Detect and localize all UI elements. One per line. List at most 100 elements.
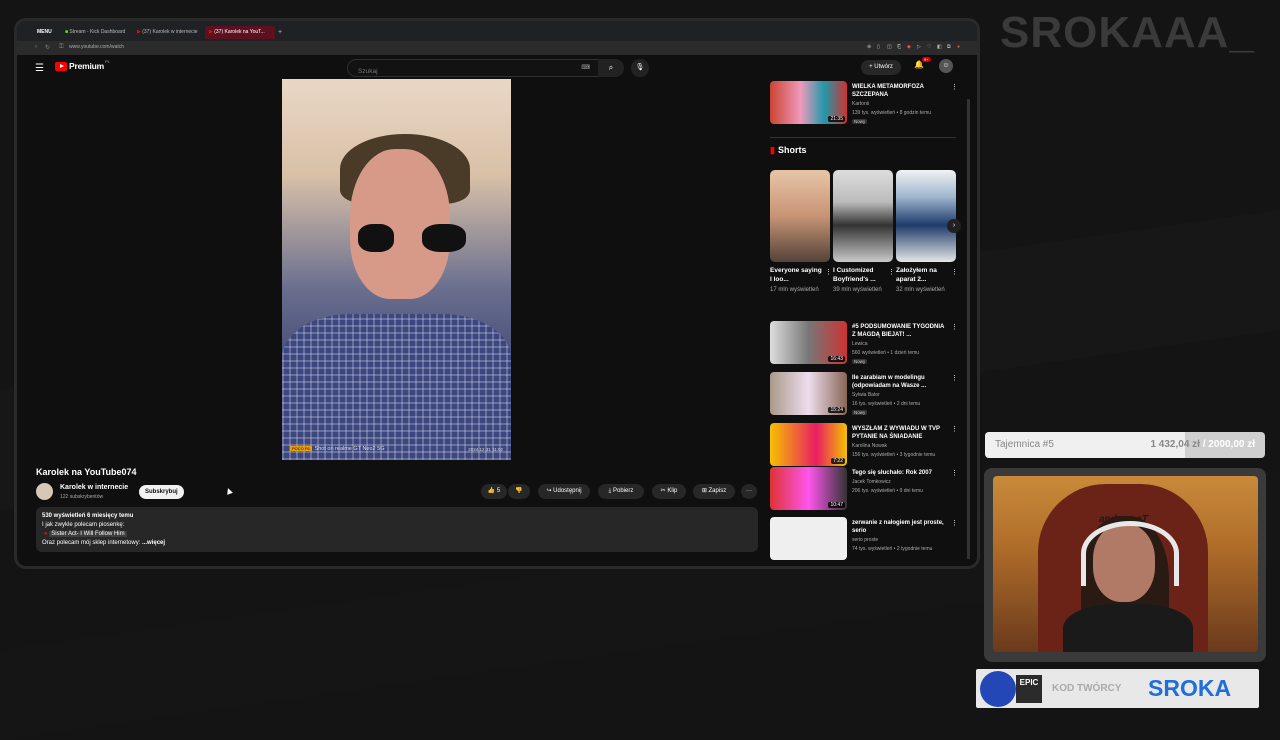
more-vert-icon[interactable]: ⋮	[951, 323, 958, 331]
extension-icon[interactable]: ▷	[917, 44, 921, 50]
video-thumbnail[interactable]: 10:47	[770, 467, 847, 510]
account-avatar[interactable]: ☺	[939, 59, 953, 73]
related-video-title[interactable]: WIELKA METAMORFOZA SZCZEPANA	[852, 83, 948, 99]
goal-label: Tajemnica #5	[995, 439, 1054, 450]
creator-code-label: KOD TWÓRCY	[1052, 683, 1122, 694]
like-button[interactable]: 👍 5	[481, 484, 507, 499]
back-icon[interactable]: ‹	[35, 44, 37, 50]
shorts-next-button[interactable]: ›	[947, 219, 961, 233]
related-video-channel[interactable]: Kartonii	[852, 101, 869, 107]
tab-label: (37) Karolek na YouT...	[214, 29, 265, 35]
short-title[interactable]: I Customized Boyfriend's ...	[833, 266, 885, 284]
related-video[interactable]: 21:35 WIELKA METAMORFOZA SZCZEPANA Karto…	[770, 81, 960, 127]
related-video[interactable]: 15:24 Ile zarabiam w modelingu (odpowiad…	[770, 372, 960, 418]
video-description[interactable]: 530 wyświetleń 6 miesięcy temu I jak zwy…	[36, 507, 758, 552]
tab-menu[interactable]: MENU	[33, 26, 59, 39]
extension-icon[interactable]: ◫	[887, 44, 892, 50]
profile-icon[interactable]: ●	[957, 44, 960, 50]
more-vert-icon[interactable]: ⋮	[951, 469, 958, 477]
youtube-header: ☰ Premium PL ⌨ ⌕ 🎙 + Utwórz 🔔 9+ ☺	[17, 55, 977, 81]
tab-karolek-youtube[interactable]: ▶ (37) Karolek na YouT...	[205, 26, 275, 39]
sidebar-scrollbar[interactable]	[967, 99, 970, 559]
video-thumbnail[interactable]: 16:43	[770, 321, 847, 364]
more-vert-icon[interactable]: ⋮	[951, 374, 958, 382]
video-duration: 15:24	[828, 407, 845, 413]
related-video-channel[interactable]: serio proste	[852, 537, 878, 543]
related-video-channel[interactable]: Jacek Tomkowicz	[852, 479, 891, 485]
tab-kick-dashboard[interactable]: ■ Stream - Kick Dashboard	[61, 26, 133, 39]
create-label: Utwórz	[874, 64, 893, 70]
save-button[interactable]: ⊞ Zapisz	[693, 484, 735, 499]
related-video[interactable]: 16:43 #5 PODSUMOWANIE TYGODNIA Z MAGDĄ B…	[770, 321, 960, 367]
video-thumbnail[interactable]: 21:35	[770, 81, 847, 124]
related-video-meta: 16 tys. wyświetleń • 2 dni temu	[852, 401, 921, 407]
related-video-title[interactable]: WYSZŁAM Z WYWIADU W TVP PYTANIE NA ŚNIAD…	[852, 425, 948, 441]
zoom-icon[interactable]: ⊕	[867, 44, 871, 50]
show-more-link[interactable]: ...więcej	[142, 540, 165, 546]
search-input[interactable]	[356, 67, 560, 76]
search-button[interactable]: ⌕	[598, 59, 624, 77]
keyboard-icon[interactable]: ⌨	[581, 64, 590, 71]
related-video-title[interactable]: Ile zarabiam w modelingu (odpowiadam na …	[852, 374, 948, 390]
url-field[interactable]: www.youtube.com/watch	[69, 44, 124, 50]
extension-icon[interactable]: ⎗	[897, 44, 901, 50]
new-badge: Nowy	[852, 410, 868, 415]
related-video-title[interactable]: #5 PODSUMOWANIE TYGODNIA Z MAGDĄ BIEJAT!…	[852, 323, 948, 339]
voice-search-button[interactable]: 🎙	[631, 59, 649, 77]
short-thumbnail[interactable]	[770, 170, 830, 262]
sonic-icon	[980, 671, 1016, 707]
short-item[interactable]: I Customized Boyfriend's ... 39 mln wyśw…	[833, 170, 895, 294]
more-vert-icon[interactable]: ⋮	[951, 83, 958, 91]
video-thumbnail[interactable]: 7:22	[770, 423, 847, 466]
channel-avatar[interactable]	[36, 483, 53, 500]
more-actions-button[interactable]: ···	[741, 484, 757, 499]
tab-karolek-internet[interactable]: ▶ (37) Karolek w internecie	[133, 26, 207, 39]
subscribe-button[interactable]: Subskrybuj	[139, 485, 184, 499]
bookmark-icon[interactable]: ▯	[877, 44, 880, 50]
video-frame-sunglasses	[422, 224, 466, 252]
new-badge: Nowy	[852, 119, 868, 124]
short-item[interactable]: Założyłem na aparat 2... 32 mln wyświetl…	[896, 170, 958, 294]
more-vert-icon[interactable]: ⋮	[888, 268, 895, 276]
related-video-channel[interactable]: Sylwia Bator	[852, 392, 880, 398]
reload-icon[interactable]: ↻	[45, 44, 50, 51]
more-vert-icon[interactable]: ⋮	[825, 268, 832, 276]
related-video[interactable]: 10:47 Tego się słuchało: Rok 2007 Jacek …	[770, 467, 960, 513]
video-thumbnail[interactable]: 15:24	[770, 372, 847, 415]
related-video-title[interactable]: Tego się słuchało: Rok 2007	[852, 469, 948, 477]
more-vert-icon[interactable]: ⋮	[951, 519, 958, 527]
heart-icon[interactable]: ♡	[927, 44, 931, 50]
dislike-button[interactable]: 👎	[508, 484, 530, 499]
create-button[interactable]: + Utwórz	[861, 60, 901, 75]
related-video-channel[interactable]: Lewica	[852, 341, 868, 347]
epic-games-logo: EPIC	[1016, 675, 1042, 703]
description-song-link[interactable]: ● Sister Act- I Will Follow Him	[44, 531, 127, 537]
video-thumbnail[interactable]	[770, 517, 847, 560]
extension-icon[interactable]: ◆	[907, 44, 911, 50]
more-vert-icon[interactable]: ⋮	[951, 268, 958, 276]
more-vert-icon[interactable]: ⋮	[951, 425, 958, 433]
short-title[interactable]: Everyone saying I loo...	[770, 266, 822, 284]
share-button[interactable]: ↪ Udostępnij	[538, 484, 590, 499]
related-video[interactable]: 7:22 WYSZŁAM Z WYWIADU W TVP PYTANIE NA …	[770, 423, 960, 469]
youtube-logo[interactable]: Premium PL	[55, 59, 110, 71]
menu-icon[interactable]: ☰	[35, 63, 44, 74]
download-button[interactable]: ⤓ Pobierz	[598, 484, 644, 499]
clip-button[interactable]: ✂ Klip	[652, 484, 686, 499]
related-video-meta: 74 tys. wyświetleń • 2 tygodnie temu	[852, 546, 933, 552]
related-video-title[interactable]: zerwanie z nałogiem jest proste, serio	[852, 519, 948, 535]
short-title[interactable]: Założyłem na aparat 2...	[896, 266, 948, 284]
watermark-date: 2024.12.31 11:02	[468, 447, 503, 452]
channel-name[interactable]: Karolek w internecie	[60, 484, 128, 491]
short-item[interactable]: Everyone saying I loo... 17 mln wyświetl…	[770, 170, 832, 294]
related-video-channel[interactable]: Karolina Nowak	[852, 443, 887, 449]
share-label: Udostępnij	[553, 488, 582, 494]
related-video[interactable]: zerwanie z nałogiem jest proste, serio s…	[770, 517, 960, 563]
short-thumbnail[interactable]	[896, 170, 956, 262]
extension-icon[interactable]: ◧	[937, 44, 942, 50]
short-thumbnail[interactable]	[833, 170, 893, 262]
extensions-puzzle-icon[interactable]: ⧉	[947, 44, 951, 50]
new-tab-button[interactable]: +	[274, 26, 286, 39]
subscriber-count: 122 subskrybentów	[60, 494, 104, 500]
video-player[interactable]: POCO F6 Shot on realme GT Neo2 5G 2024.12…	[282, 79, 511, 460]
